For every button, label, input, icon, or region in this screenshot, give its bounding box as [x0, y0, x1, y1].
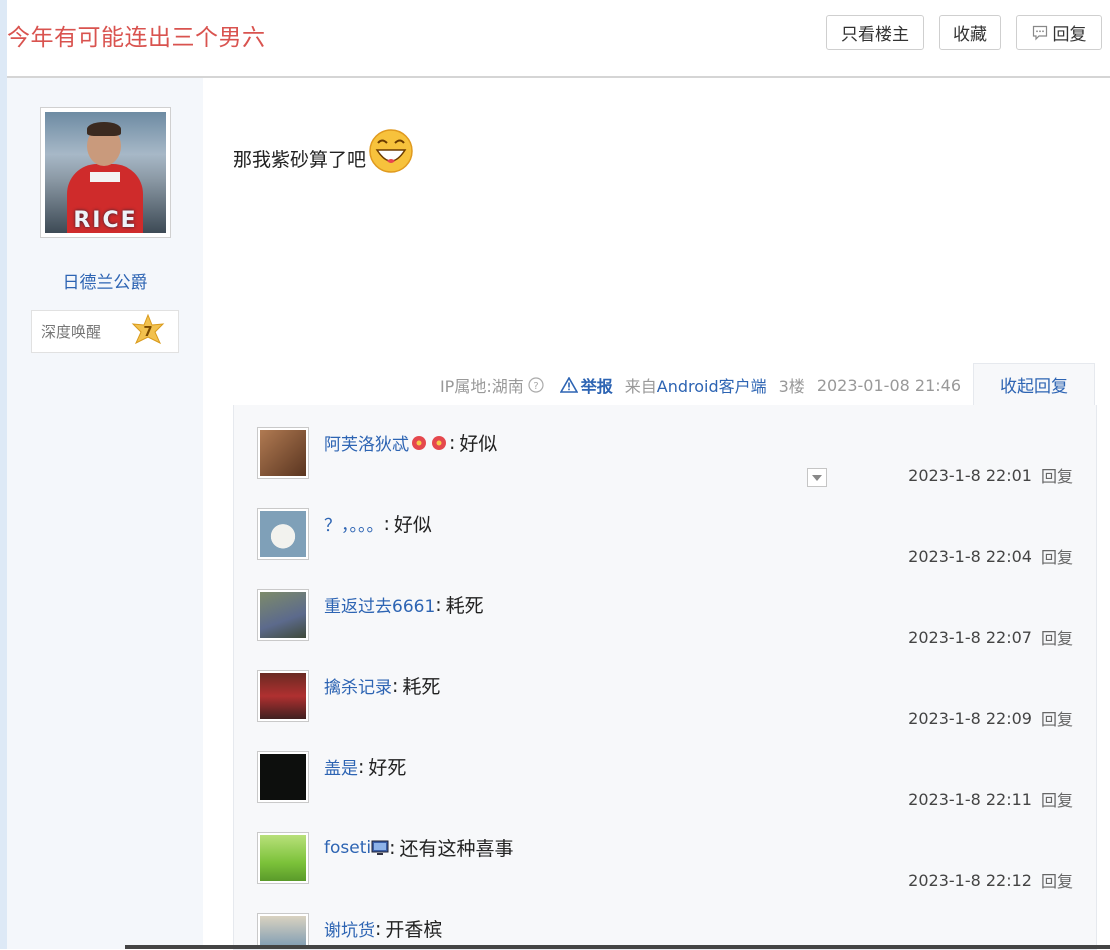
post-time: 2023-01-08 21:46: [816, 375, 961, 395]
reply-avatar[interactable]: [257, 832, 309, 884]
ip-location: IP属地:湖南: [439, 377, 524, 396]
post-text: 那我紫砂算了吧: [233, 149, 367, 171]
reply-username[interactable]: 阿芙洛狄忒: [324, 430, 409, 455]
reply-text: 开香槟: [385, 919, 443, 941]
chevron-down-icon[interactable]: [807, 468, 827, 487]
reply-action[interactable]: 回复: [1041, 625, 1073, 649]
star-level-icon: 7: [131, 314, 165, 345]
reply-avatar[interactable]: [257, 751, 309, 803]
reply-username[interactable]: 重返过去6661: [324, 592, 435, 617]
reply-line: 谢坑货 : 开香槟: [324, 915, 442, 942]
reply-time: 2023-1-8 22:11: [908, 789, 1032, 809]
list-item: ？，。。。 : 好似 2023-1-8 22:04 回复: [234, 486, 1096, 567]
reply-avatar-image: [260, 430, 306, 476]
list-item: foseti : 还有这种喜事 2023-1-8 22:12 回复: [234, 810, 1096, 891]
list-item: 谢坑货 : 开香槟: [234, 891, 1096, 949]
report-label: 举报: [580, 377, 613, 396]
source-prefix: 来自: [624, 377, 657, 396]
avatar[interactable]: RICE: [40, 107, 171, 238]
list-item: 盖是 : 好死 2023-1-8 22:11 回复: [234, 729, 1096, 810]
favorite-button[interactable]: 收藏: [939, 15, 1001, 50]
reply-username[interactable]: 盖是: [324, 754, 358, 779]
list-item: 擒杀记录 : 耗死 2023-1-8 22:09 回复: [234, 648, 1096, 729]
reply-avatar-image: [260, 592, 306, 638]
avatar-text: RICE: [73, 208, 138, 233]
reply-button[interactable]: 回复: [1016, 15, 1102, 50]
flower-icon: [412, 435, 426, 450]
author-sidebar: RICE 日德兰公爵 深度唤醒 7: [7, 78, 203, 949]
avatar-image: RICE: [45, 112, 166, 233]
reply-text: 好死: [368, 757, 407, 779]
reply-line: 重返过去6661 : 耗死: [324, 591, 484, 618]
reply-avatar-image: [260, 835, 306, 881]
flower-icon: [432, 435, 446, 450]
reply-avatar[interactable]: [257, 427, 309, 479]
reply-action[interactable]: 回复: [1041, 544, 1073, 568]
reply-line: ？，。。。 : 好似: [324, 510, 432, 537]
comment-icon: [1032, 25, 1047, 40]
reply-list: 阿芙洛狄忒 : 好似 2023-1-8 22:01 回复 ？，。。。 : 好似 20…: [233, 405, 1097, 950]
level-number: 7: [143, 325, 152, 340]
reply-username[interactable]: foseti: [324, 838, 371, 858]
bottom-edge: [125, 945, 1110, 949]
level-name: 深度唤醒: [41, 323, 102, 341]
reply-action[interactable]: 回复: [1041, 706, 1073, 730]
client-link[interactable]: Android客户端: [657, 377, 767, 396]
reply-action[interactable]: 回复: [1041, 463, 1073, 487]
reply-meta: 2023-1-8 22:01 回复: [908, 463, 1073, 487]
reply-time: 2023-1-8 22:07: [908, 627, 1032, 647]
reply-avatar-image: [260, 511, 306, 557]
reply-avatar[interactable]: [257, 589, 309, 641]
reply-text: 还有这种喜事: [399, 838, 514, 860]
reply-avatar[interactable]: [257, 670, 309, 722]
reply-action[interactable]: 回复: [1041, 868, 1073, 892]
warning-icon: [559, 377, 578, 393]
reply-time: 2023-1-8 22:12: [908, 870, 1032, 890]
reply-meta: 2023-1-8 22:11 回复: [908, 787, 1073, 811]
reply-text: 耗死: [445, 595, 484, 617]
thread-title: 今年有可能连出三个男六: [7, 25, 266, 51]
reply-username[interactable]: ？，。。。: [324, 511, 384, 536]
grin-emoji-icon: [369, 129, 413, 173]
floor-number: 3楼: [778, 377, 805, 396]
reply-line: 擒杀记录 : 耗死: [324, 672, 440, 699]
report-link[interactable]: 举报: [559, 373, 613, 397]
list-item: 阿芙洛狄忒 : 好似 2023-1-8 22:01 回复: [234, 405, 1096, 487]
reply-meta: 2023-1-8 22:12 回复: [908, 868, 1073, 892]
collapse-replies-button[interactable]: 收起回复: [973, 363, 1095, 405]
post-source: 来自Android客户端: [625, 373, 767, 397]
reply-button-label: 回复: [1052, 25, 1087, 45]
post-meta: IP属地:湖南 ? 举报 来自Android客户端 3楼 2023-01-08 …: [440, 373, 961, 397]
reply-time: 2023-1-8 22:04: [908, 546, 1032, 566]
reply-text: 好似: [393, 514, 432, 536]
reply-time: 2023-1-8 22:01: [908, 465, 1032, 485]
reply-text: 耗死: [402, 676, 441, 698]
reply-line: 盖是 : 好死: [324, 753, 406, 780]
post-tail: IP属地:湖南 ? 举报 来自Android客户端 3楼 2023-01-08 …: [233, 363, 1095, 405]
svg-text:?: ?: [533, 381, 538, 392]
post-content: 那我紫砂算了吧: [233, 128, 414, 173]
reply-username[interactable]: 擒杀记录: [324, 673, 392, 698]
reply-action[interactable]: 回复: [1041, 787, 1073, 811]
reply-text: 好似: [459, 433, 498, 455]
reply-avatar-image: [260, 754, 306, 800]
reply-avatar-image: [260, 673, 306, 719]
thread-header: 今年有可能连出三个男六 只看楼主 收藏 回复: [7, 0, 1110, 78]
reply-meta: 2023-1-8 22:04 回复: [908, 544, 1073, 568]
only-op-button[interactable]: 只看楼主: [826, 15, 924, 50]
reply-line: 阿芙洛狄忒 : 好似: [324, 429, 497, 456]
reply-avatar[interactable]: [257, 508, 309, 560]
author-name[interactable]: 日德兰公爵: [7, 268, 203, 293]
reply-line: foseti : 还有这种喜事: [324, 834, 514, 861]
reply-time: 2023-1-8 22:09: [908, 708, 1032, 728]
reply-username[interactable]: 谢坑货: [324, 916, 375, 941]
computer-icon: [371, 840, 389, 855]
reply-meta: 2023-1-8 22:07 回复: [908, 625, 1073, 649]
reply-meta: 2023-1-8 22:09 回复: [908, 706, 1073, 730]
help-icon[interactable]: ?: [528, 377, 544, 393]
list-item: 重返过去6661 : 耗死 2023-1-8 22:07 回复: [234, 567, 1096, 648]
left-stripe: [0, 0, 7, 949]
level-badge[interactable]: 深度唤醒 7: [31, 310, 179, 353]
